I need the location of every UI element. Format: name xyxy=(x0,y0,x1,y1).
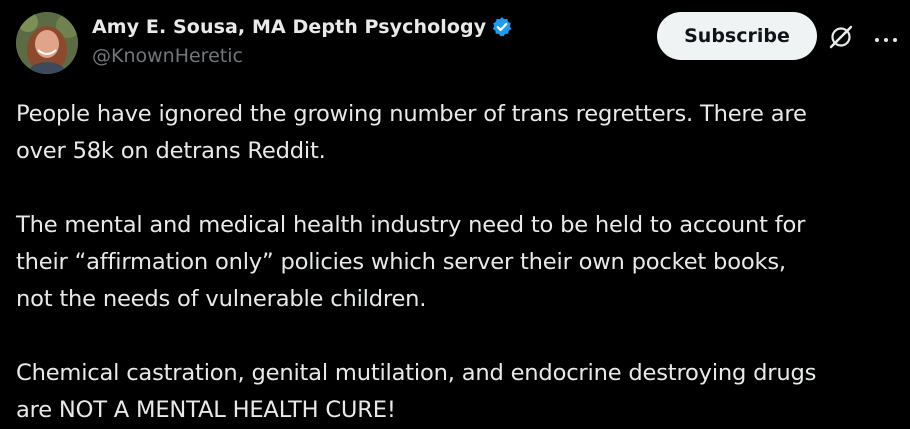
author-names: Amy E. Sousa, MA Depth Psychology @Known… xyxy=(92,14,513,67)
tweet-line: not the needs of vulnerable children. xyxy=(16,286,427,312)
tweet-line: Chemical castration, genital mutilation,… xyxy=(16,360,817,386)
display-name[interactable]: Amy E. Sousa, MA Depth Psychology xyxy=(92,16,486,38)
tweet-line: their “affirmation only” policies which … xyxy=(16,249,786,275)
tweet-line: over 58k on detrans Reddit. xyxy=(16,138,326,164)
tweet-line: are NOT A MENTAL HEALTH CURE! xyxy=(16,397,396,423)
display-name-row: Amy E. Sousa, MA Depth Psychology xyxy=(92,14,513,40)
avatar[interactable] xyxy=(16,12,78,74)
handle[interactable]: @KnownHeretic xyxy=(92,45,513,67)
tweet-line: People have ignored the growing number o… xyxy=(16,101,807,127)
subscribe-button[interactable]: Subscribe xyxy=(657,12,817,60)
tweet-text: People have ignored the growing number o… xyxy=(16,96,896,429)
more-horizontal-icon[interactable] xyxy=(874,32,898,42)
verified-badge-icon[interactable] xyxy=(491,16,513,38)
tweet-header: Amy E. Sousa, MA Depth Psychology @Known… xyxy=(16,12,898,74)
grok-icon[interactable] xyxy=(828,24,854,50)
tweet-line: The mental and medical health industry n… xyxy=(16,212,806,238)
